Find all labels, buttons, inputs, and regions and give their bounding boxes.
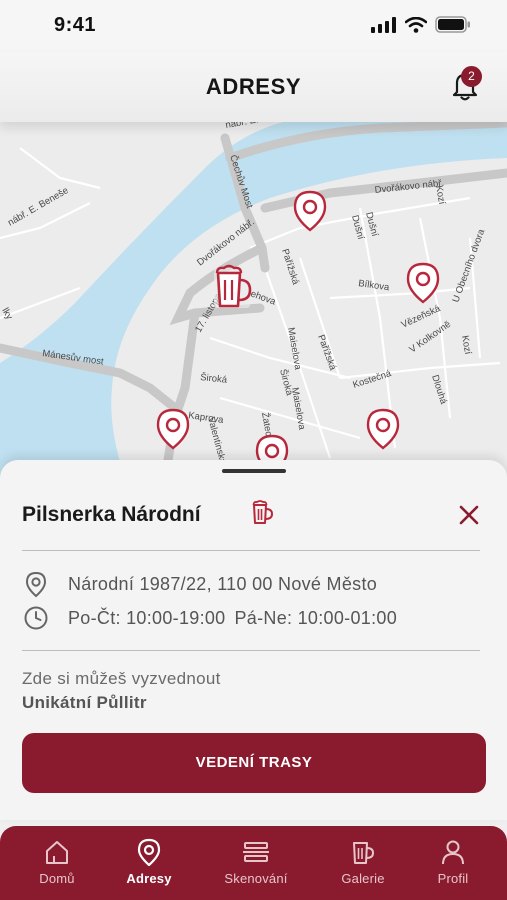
status-icons bbox=[371, 16, 471, 33]
wifi-icon bbox=[405, 16, 427, 33]
place-address: Národní 1987/22, 110 00 Nové Město bbox=[68, 573, 378, 594]
tab-profile[interactable]: Profil bbox=[408, 826, 498, 900]
tab-label: Skenování bbox=[224, 871, 288, 886]
opening-hours-row: Po-Čt: 10:00-19:00 Pá-Ne: 10:00-01:00 bbox=[22, 604, 397, 632]
tab-label: Profil bbox=[437, 871, 469, 886]
navigate-route-button[interactable]: VEDENÍ TRASY bbox=[22, 733, 486, 793]
notification-badge: 2 bbox=[461, 66, 482, 87]
pickup-item: Unikátní Půllitr bbox=[22, 693, 147, 712]
tab-label: Galerie bbox=[341, 871, 385, 886]
place-name: Pilsnerka Národní bbox=[22, 503, 201, 526]
status-bar: 9:41 bbox=[0, 0, 507, 52]
sheet-drag-handle[interactable] bbox=[222, 469, 286, 473]
cellular-signal-icon bbox=[371, 16, 396, 33]
tab-gallery[interactable]: Galerie bbox=[318, 826, 408, 900]
status-time: 9:41 bbox=[54, 14, 97, 36]
pickup-label: Zde si můžeš vyzvednout bbox=[22, 669, 221, 688]
beer-mug-icon bbox=[353, 842, 375, 864]
close-icon[interactable] bbox=[456, 502, 482, 528]
tab-scan[interactable]: Skenování bbox=[211, 826, 301, 900]
place-detail-sheet: Pilsnerka Národní Národní 1987/22, 110 0… bbox=[0, 460, 507, 820]
divider bbox=[22, 650, 480, 651]
opening-hours-weekdays: Po-Čt: 10:00-19:00 bbox=[68, 607, 226, 628]
opening-hours-weekend: Pá-Ne: 10:00-01:00 bbox=[234, 607, 398, 628]
selected-beer-marker-icon[interactable] bbox=[214, 264, 252, 308]
app-header: ADRESY bbox=[0, 52, 507, 122]
bottom-tab-bar: Domů Adresy Skenování Galerie Profil bbox=[0, 826, 507, 900]
clock-icon bbox=[24, 606, 48, 630]
divider bbox=[22, 550, 480, 551]
tab-label: Adresy bbox=[126, 871, 172, 886]
location-pin-icon bbox=[25, 571, 47, 598]
page-title: ADRESY bbox=[205, 74, 302, 99]
user-icon bbox=[442, 840, 464, 865]
beer-mug-icon bbox=[252, 500, 274, 524]
location-pin-icon bbox=[137, 838, 161, 866]
home-icon bbox=[46, 841, 68, 864]
tab-label: Domů bbox=[39, 871, 75, 886]
tab-addresses[interactable]: Adresy bbox=[104, 826, 194, 900]
scan-icon bbox=[243, 842, 269, 862]
tab-home[interactable]: Domů bbox=[12, 826, 102, 900]
address-row: Národní 1987/22, 110 00 Nové Město bbox=[22, 570, 377, 598]
battery-icon bbox=[435, 16, 470, 33]
map-view[interactable]: nábř. E. Beneše nábř. E. Beneše Čechův M… bbox=[0, 118, 507, 478]
